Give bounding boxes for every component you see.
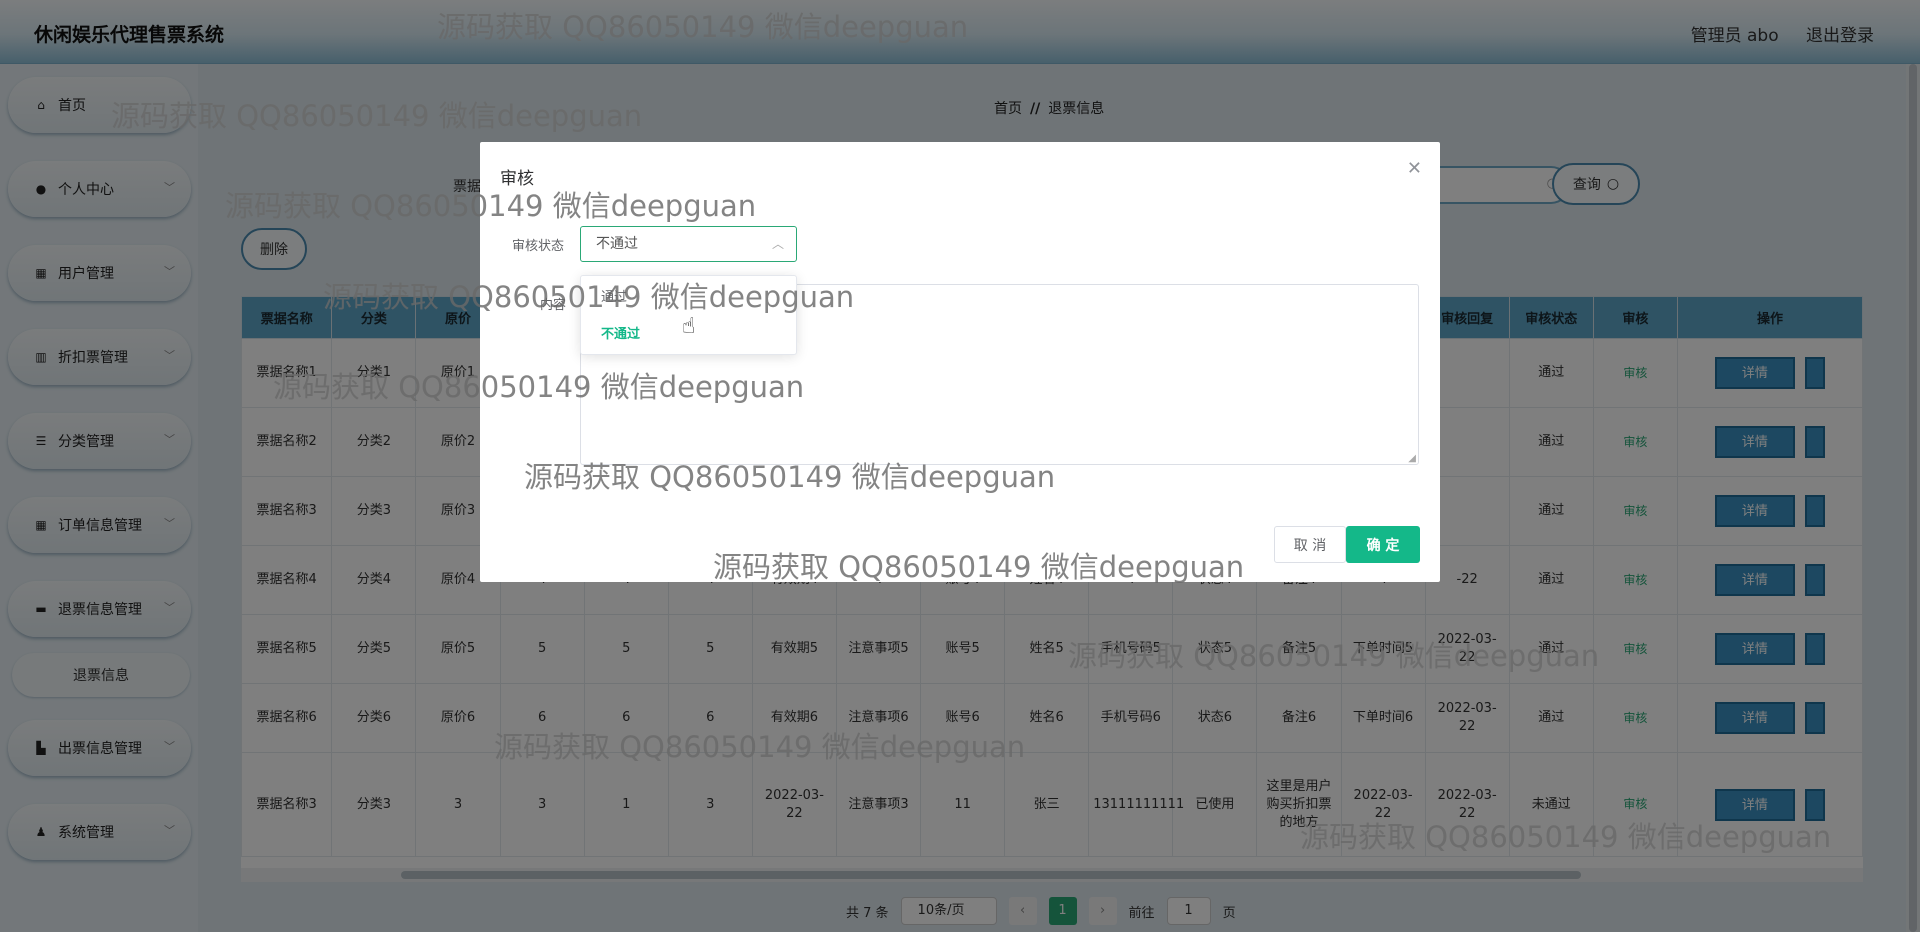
content-label: 内容 bbox=[540, 298, 567, 313]
status-select[interactable]: 不通过 ︿ bbox=[580, 226, 797, 262]
resize-handle-icon[interactable]: ◢ bbox=[1408, 453, 1416, 464]
audit-dialog: 审核 ✕ 审核状态 不通过 ︿ 内容 ◢ 取 消 确 定 bbox=[480, 142, 1440, 582]
confirm-button[interactable]: 确 定 bbox=[1346, 526, 1420, 563]
status-select-value: 不通过 bbox=[596, 236, 638, 252]
dropdown-option-pass[interactable]: 通过 bbox=[601, 286, 627, 305]
status-label: 审核状态 bbox=[512, 239, 565, 254]
dialog-title: 审核 bbox=[500, 169, 534, 189]
cancel-button[interactable]: 取 消 bbox=[1274, 526, 1346, 563]
hand-cursor-icon: ☝ bbox=[682, 314, 696, 339]
chevron-up-icon: ︿ bbox=[771, 237, 784, 251]
close-icon[interactable]: ✕ bbox=[1407, 158, 1422, 179]
dropdown-option-fail[interactable]: 不通过 bbox=[601, 323, 640, 342]
